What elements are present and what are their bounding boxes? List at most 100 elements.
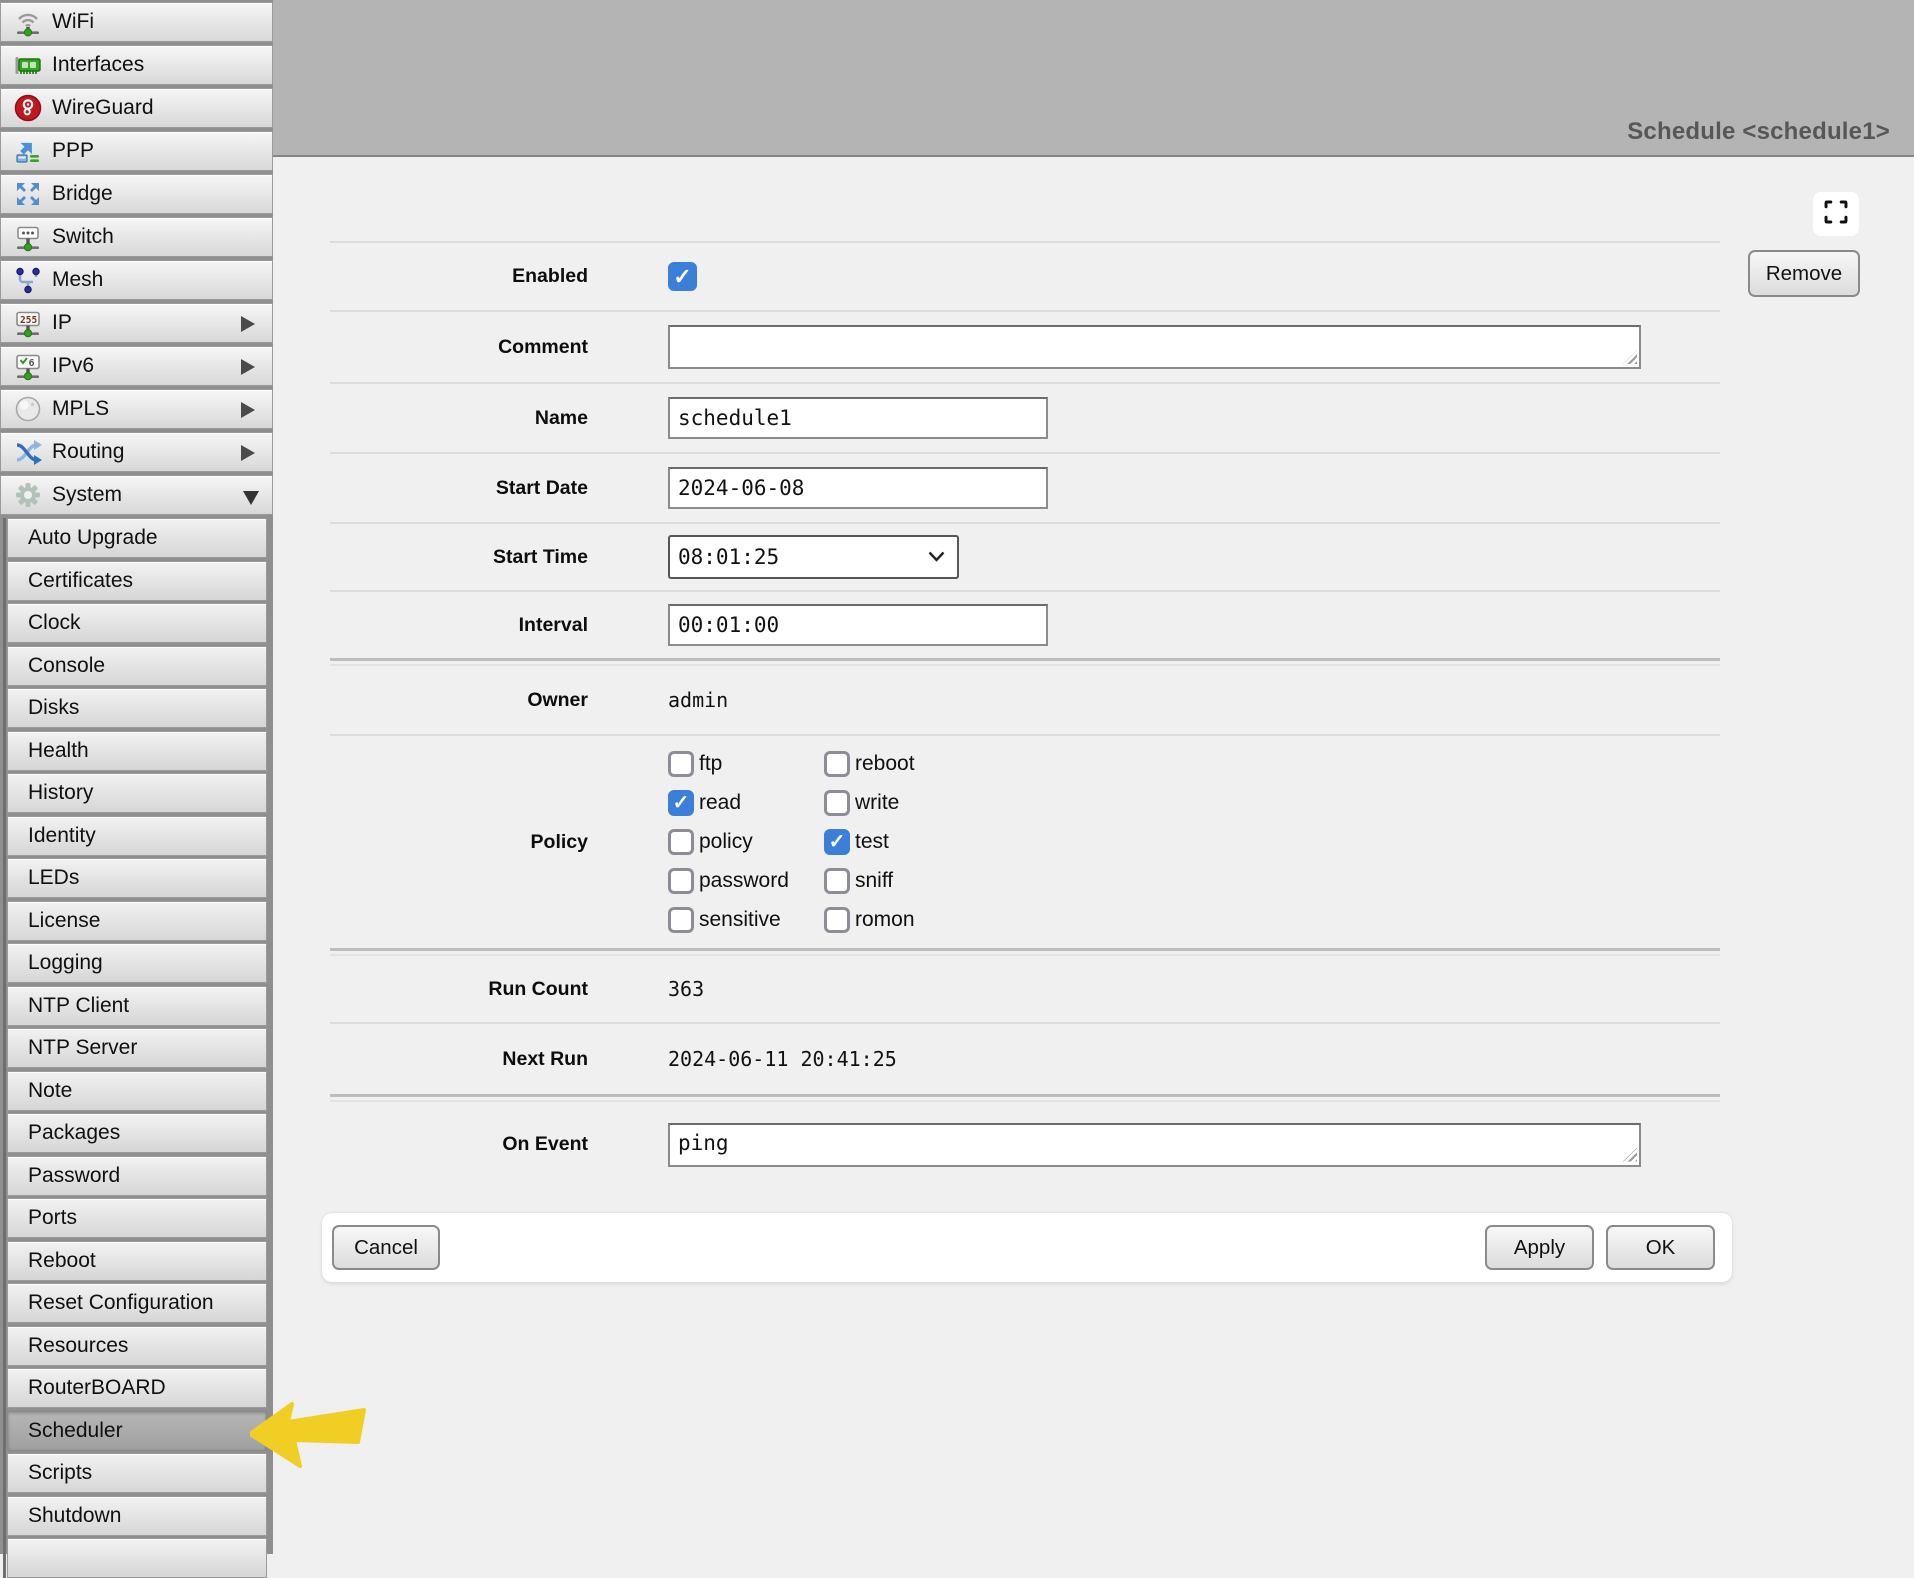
cancel-button[interactable]: Cancel <box>332 1225 440 1270</box>
corner-brackets-icon <box>1823 199 1849 230</box>
interval-row: Interval <box>330 592 1720 658</box>
policy-checkbox-reboot[interactable] <box>824 751 850 777</box>
sidebar-item-license[interactable]: License <box>7 901 267 941</box>
sidebar-item-console[interactable]: Console <box>7 646 267 686</box>
enabled-checkbox[interactable] <box>668 262 697 291</box>
policy-row: Policy ftp reboot read write policy <box>330 736 1720 948</box>
policy-checkbox-romon[interactable] <box>824 907 850 933</box>
sidebar-item-certificates[interactable]: Certificates <box>7 561 267 601</box>
mesh-icon <box>12 264 44 296</box>
start-time-select[interactable]: 08:01:25 <box>668 535 959 579</box>
sidebar-item-ppp[interactable]: PPP <box>0 131 273 171</box>
name-row: Name <box>330 384 1720 452</box>
expand-right-icon <box>241 359 255 375</box>
sidebar-item-wireguard[interactable]: WireGuard <box>0 88 273 128</box>
switch-icon <box>12 221 44 253</box>
enabled-label: Enabled <box>330 265 588 288</box>
sidebar-item-note[interactable]: Note <box>7 1071 267 1111</box>
next-run-row: Next Run 2024-06-11 20:41:25 <box>330 1024 1720 1094</box>
expand-right-icon <box>241 445 255 461</box>
sidebar-item-switch[interactable]: Switch <box>0 217 273 257</box>
start-date-row: Start Date <box>330 454 1720 522</box>
sidebar-item-password[interactable]: Password <box>7 1156 267 1196</box>
run-count-value: 363 <box>668 977 704 1001</box>
bridge-icon <box>12 178 44 210</box>
sidebar-item-routing[interactable]: Routing <box>0 432 273 472</box>
start-date-input[interactable] <box>668 467 1048 509</box>
sidebar-item-resources[interactable]: Resources <box>7 1326 267 1366</box>
expand-right-icon <box>241 402 255 418</box>
policy-option-label: read <box>699 791 741 815</box>
policy-option-label: sensitive <box>699 908 781 932</box>
sidebar-item-mpls[interactable]: MPLS <box>0 389 273 429</box>
sidebar-item-auto-upgrade[interactable]: Auto Upgrade <box>7 518 267 558</box>
sidebar-item-reboot[interactable]: Reboot <box>7 1241 267 1281</box>
action-panel: Cancel Apply OK <box>322 1213 1732 1282</box>
sidebar-item-scheduler[interactable]: Scheduler <box>7 1411 267 1451</box>
wifi-icon <box>12 6 44 38</box>
sidebar-item-interfaces[interactable]: Interfaces <box>0 45 273 85</box>
policy-checkbox-read[interactable] <box>668 790 694 816</box>
sidebar-item-mesh[interactable]: Mesh <box>0 260 273 300</box>
sidebar-item-scripts[interactable]: Scripts <box>7 1453 267 1493</box>
routing-icon <box>12 436 44 468</box>
remove-button[interactable]: Remove <box>1748 250 1860 297</box>
name-label: Name <box>330 407 588 430</box>
name-input[interactable] <box>668 397 1048 439</box>
policy-option-label: reboot <box>855 752 915 776</box>
sidebar-item-packages[interactable]: Packages <box>7 1113 267 1153</box>
sidebar-item-shutdown[interactable]: Shutdown <box>7 1496 267 1536</box>
owner-label: Owner <box>330 689 588 712</box>
schedule-form: Enabled Comment Name Start Date Start Ti… <box>330 241 1720 1187</box>
sidebar-item-partial[interactable] <box>7 1538 267 1578</box>
on-event-input[interactable]: ping <box>668 1123 1641 1167</box>
sidebar-item-ntp-server[interactable]: NTP Server <box>7 1028 267 1068</box>
policy-checkbox-sniff[interactable] <box>824 868 850 894</box>
policy-option-label: policy <box>699 830 753 854</box>
sidebar-item-disks[interactable]: Disks <box>7 688 267 728</box>
run-count-row: Run Count 363 <box>330 956 1720 1022</box>
sidebar-item-ipv6[interactable]: 6 IPv6 <box>0 346 273 386</box>
sidebar-item-system[interactable]: System <box>0 475 273 515</box>
policy-checkbox-policy[interactable] <box>668 829 694 855</box>
sidebar-item-wifi[interactable]: WiFi <box>0 2 273 42</box>
section-separator <box>330 658 1720 666</box>
gear-icon <box>12 479 44 511</box>
ok-button[interactable]: OK <box>1606 1225 1715 1270</box>
policy-option-label: write <box>855 791 899 815</box>
fullscreen-button[interactable] <box>1813 192 1859 236</box>
policy-options: ftp reboot read write policy test <box>668 751 915 933</box>
on-event-row: On Event ping <box>330 1102 1720 1187</box>
policy-checkbox-write[interactable] <box>824 790 850 816</box>
sidebar-item-logging[interactable]: Logging <box>7 943 267 983</box>
sidebar-item-bridge[interactable]: Bridge <box>0 174 273 214</box>
sidebar-item-identity[interactable]: Identity <box>7 816 267 856</box>
policy-checkbox-test[interactable] <box>824 829 850 855</box>
sidebar-item-leds[interactable]: LEDs <box>7 858 267 898</box>
sidebar-item-ntp-client[interactable]: NTP Client <box>7 986 267 1026</box>
sidebar-item-ip[interactable]: 255 IP <box>0 303 273 343</box>
policy-option-label: test <box>855 830 889 854</box>
sidebar: WiFi Interfaces WireGuard <box>0 0 273 1554</box>
enabled-row: Enabled <box>330 243 1720 310</box>
expand-right-icon <box>241 316 255 332</box>
policy-option-label: password <box>699 869 789 893</box>
next-run-label: Next Run <box>330 1048 588 1071</box>
sidebar-item-clock[interactable]: Clock <box>7 603 267 643</box>
sidebar-item-routerboard[interactable]: RouterBOARD <box>7 1368 267 1408</box>
owner-value: admin <box>668 688 728 712</box>
sidebar-item-health[interactable]: Health <box>7 731 267 771</box>
policy-checkbox-ftp[interactable] <box>668 751 694 777</box>
sidebar-item-ports[interactable]: Ports <box>7 1198 267 1238</box>
comment-input[interactable] <box>668 325 1641 369</box>
apply-button[interactable]: Apply <box>1485 1225 1594 1270</box>
owner-row: Owner admin <box>330 666 1720 734</box>
ppp-icon <box>12 135 44 167</box>
sidebar-item-history[interactable]: History <box>7 773 267 813</box>
top-header-bar: Schedule <schedule1> <box>0 0 1914 157</box>
interval-input[interactable] <box>668 604 1048 646</box>
start-date-label: Start Date <box>330 477 588 500</box>
sidebar-item-reset-configuration[interactable]: Reset Configuration <box>7 1283 267 1323</box>
policy-checkbox-password[interactable] <box>668 868 694 894</box>
policy-checkbox-sensitive[interactable] <box>668 907 694 933</box>
